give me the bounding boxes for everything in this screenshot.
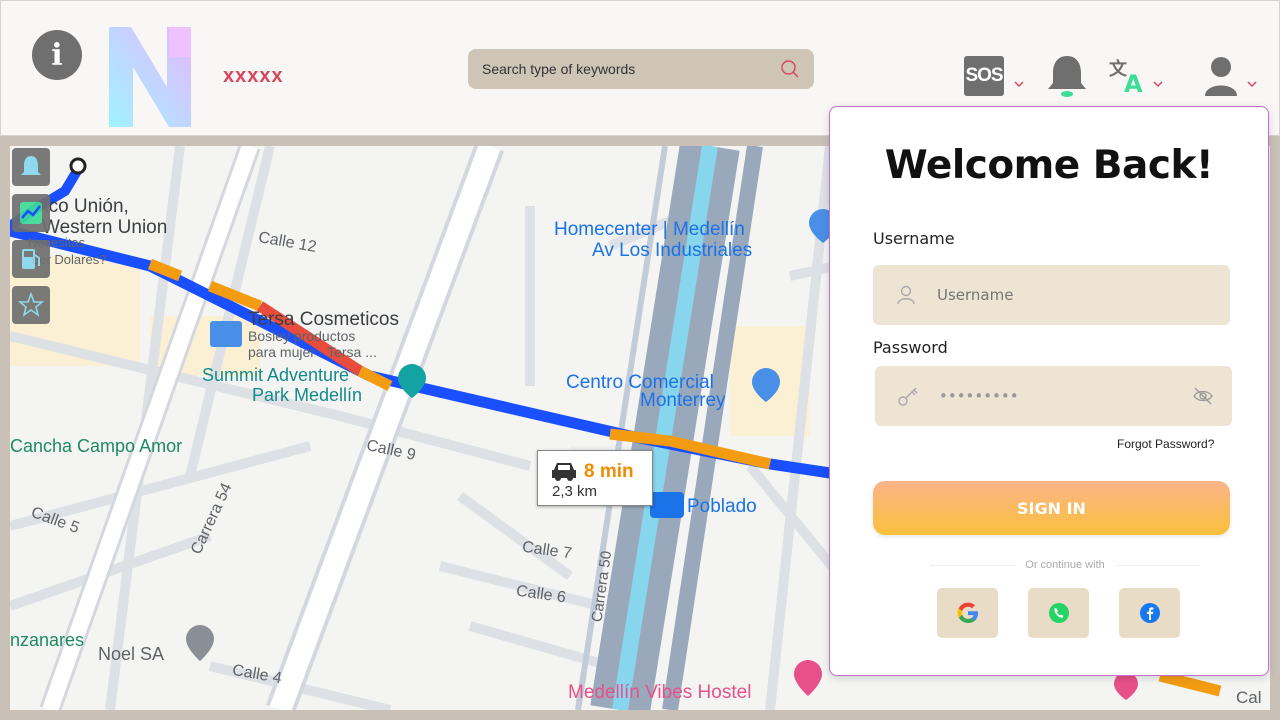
whatsapp-icon	[1048, 603, 1069, 623]
map-label: Park Medellín	[252, 385, 363, 405]
map-tool-favorites[interactable]	[12, 286, 50, 324]
map-label: Summit Adventure	[202, 365, 350, 385]
translate-icon[interactable]: 文 A	[1108, 57, 1148, 95]
map-label: Av Los Industriales	[592, 240, 753, 261]
password-label: Password	[873, 338, 948, 357]
login-title: Welcome Back!	[884, 143, 1214, 188]
bell-icon	[21, 156, 41, 175]
map-label: Medellín Vibes Hostel	[568, 682, 752, 703]
search-bar[interactable]: Search type of keywords	[468, 49, 814, 89]
search-input[interactable]: Search type of keywords	[482, 61, 780, 77]
car-icon	[552, 463, 576, 481]
map-tool-fuel[interactable]	[12, 240, 50, 278]
google-icon	[957, 602, 978, 623]
username-field[interactable]	[873, 265, 1230, 325]
chevron-down-icon[interactable]	[1153, 79, 1163, 89]
street-label: Cal	[1236, 688, 1262, 707]
sos-button[interactable]: SOS	[964, 56, 1004, 96]
info-icon[interactable]: i	[32, 30, 82, 80]
map-label: para mujer · Tersa ...	[248, 344, 377, 360]
logo	[109, 27, 191, 127]
fuel-icon	[22, 249, 40, 269]
route-eta-box[interactable]: 8 min 2,3 km	[537, 450, 653, 506]
sign-in-button[interactable]: SIGN IN	[873, 481, 1230, 535]
map-tool-alerts[interactable]	[12, 148, 50, 186]
map-label: Noel SA	[98, 644, 165, 664]
map-tool-traffic[interactable]	[12, 194, 50, 232]
user-icon[interactable]	[1203, 56, 1239, 96]
google-login-button[interactable]	[937, 588, 998, 638]
username-label: Username	[873, 229, 955, 248]
star-icon	[18, 292, 44, 317]
key-icon	[898, 387, 918, 406]
map-label: Monterrey	[640, 390, 726, 411]
eye-off-icon[interactable]	[1192, 385, 1214, 407]
map-label: Bosley productos	[248, 328, 356, 344]
map-label: nco Unión,	[38, 196, 129, 217]
facebook-login-button[interactable]	[1119, 588, 1180, 638]
password-field[interactable]	[875, 366, 1232, 426]
whatsapp-login-button[interactable]	[1028, 588, 1089, 638]
password-input[interactable]	[939, 387, 1169, 405]
login-panel: Welcome Back! Username Password Forgot P…	[829, 106, 1269, 676]
eta-distance: 2,3 km	[552, 483, 598, 500]
map-label: Cancha Campo Amor	[10, 436, 183, 456]
map-label: Poblado	[687, 496, 757, 517]
svg-text:A: A	[1124, 70, 1143, 95]
search-icon[interactable]	[780, 59, 800, 79]
map-label: Homecenter | Medellín	[554, 219, 745, 240]
user-icon	[897, 285, 915, 305]
facebook-icon	[1139, 603, 1160, 623]
bell-icon[interactable]	[1045, 53, 1089, 99]
map-tools	[12, 148, 50, 332]
chevron-down-icon[interactable]	[1014, 79, 1024, 89]
or-continue-label: Or continue with	[1025, 559, 1105, 571]
divider	[1114, 564, 1201, 566]
divider	[930, 564, 1016, 566]
map-label: nzanares	[10, 630, 85, 650]
chevron-down-icon[interactable]	[1247, 79, 1257, 89]
or-divider: Or continue with	[930, 557, 1201, 573]
username-input[interactable]	[937, 286, 1167, 304]
forgot-password-link[interactable]: Forgot Password?	[1117, 437, 1214, 451]
chart-icon	[20, 202, 42, 224]
eta-time: 8 min	[584, 461, 634, 482]
brand-name: xxxxx	[223, 65, 284, 87]
